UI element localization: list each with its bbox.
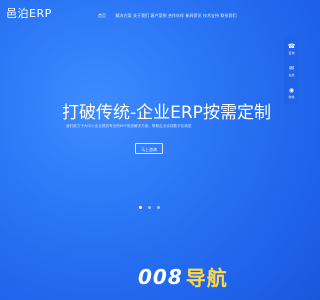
qq-icon: ✉ (288, 64, 295, 72)
side-item-label: 在线 (288, 72, 295, 77)
nav-item-contact[interactable]: 联系我们 (221, 13, 239, 19)
site-watermark: 008 导航 (138, 262, 228, 291)
wechat-icon: ◉ (288, 86, 295, 94)
carousel-dot-3[interactable] (157, 206, 160, 209)
hero-description: 我们致力于为中小企业提供专业的ERP系统解决方案，帮助企业实现数字化转型 (66, 124, 192, 128)
hero-headline: 打破传统-企业ERP按需定制 (62, 103, 271, 123)
main-nav: 首页 解决方案 关于我们 客户案例 合作伙伴 新闻资讯 技术支持 联系我们 (98, 13, 238, 19)
nav-item-support[interactable]: 技术支持 (203, 13, 221, 19)
side-item-online[interactable]: ✉ 在线 (284, 60, 299, 82)
phone-icon: ☎ (287, 42, 296, 50)
nav-item-home[interactable]: 首页 (98, 13, 116, 19)
side-item-label: 微信 (288, 94, 295, 99)
side-item-wechat[interactable]: ◉ 微信 (284, 82, 299, 104)
carousel-dot-1[interactable] (139, 206, 142, 209)
side-item-consult[interactable]: ☎ 咨询 (284, 38, 299, 60)
consult-button[interactable]: 马上咨询 (135, 143, 163, 154)
nav-item-cases[interactable]: 客户案例 (151, 13, 169, 19)
brand-logo[interactable]: 邑泊ERP (6, 5, 52, 21)
nav-item-partners[interactable]: 合作伙伴 (168, 13, 186, 19)
side-contact-bar: ☎ 咨询 ✉ 在线 ◉ 微信 (284, 38, 299, 104)
carousel-dot-2[interactable] (148, 206, 151, 209)
nav-item-solutions[interactable]: 解决方案 (116, 13, 134, 19)
nav-item-news[interactable]: 新闻资讯 (186, 13, 204, 19)
watermark-text: 导航 (185, 266, 228, 290)
nav-item-about[interactable]: 关于我们 (133, 13, 151, 19)
watermark-number: 008 (138, 264, 183, 289)
carousel-indicators (139, 206, 160, 209)
side-item-label: 咨询 (288, 50, 295, 55)
